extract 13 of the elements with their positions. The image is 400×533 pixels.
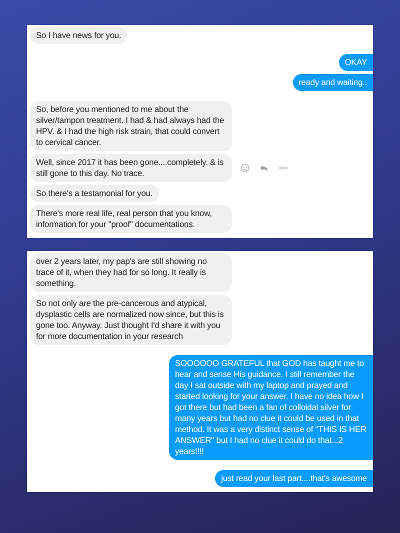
message-bubble: SOOOOOO GRATEFUL that GOD has taught me to hear and sense His guidance. I still remember the day I sat outside with my laptop and prayed and started looking for your answer. I have no idea how I got there but had been a fan of colloidal silver for many years but had no clue it could be used in that method. It was a very distinct sense of "THIS IS HER ANSWER" but I had no clue it could do that...2 years!!!! [169, 355, 373, 460]
message-bubble: So there's a testamonial for you. [30, 185, 159, 202]
message-bubble: So not only are the pre-cancerous and atypical, dysplastic cells are normalized now since, but this is gone too. Anyway. Just thought I'd share it with you for more documentation in your research [30, 295, 232, 345]
message-bubble: So, before you mentioned to me about the silver/tampon treatment. I had & had always had the HPV. & I had the high risk strain, that could convert to cervical cancer. [30, 101, 232, 151]
message-bubble: So I have news for you. [30, 27, 128, 44]
message-bubble: OKAY [338, 54, 373, 71]
emoji-icon[interactable] [240, 163, 250, 173]
message-bubble: Well, since 2017 it has been gone....completely. & is still gone to this day. No trace. [30, 154, 232, 182]
message-bubble: just read your last part....that's awesome [215, 470, 373, 487]
message-bubble: over 2 years later, my pap's are still showing no trace of it, when they had for so long. It really is something. [30, 253, 232, 292]
reply-icon[interactable] [259, 163, 269, 173]
message-bubble: ready and waiting.. [292, 74, 373, 91]
message-bubble: There's more real life, real person that you know, information for your "proof" documentations. [30, 205, 232, 233]
